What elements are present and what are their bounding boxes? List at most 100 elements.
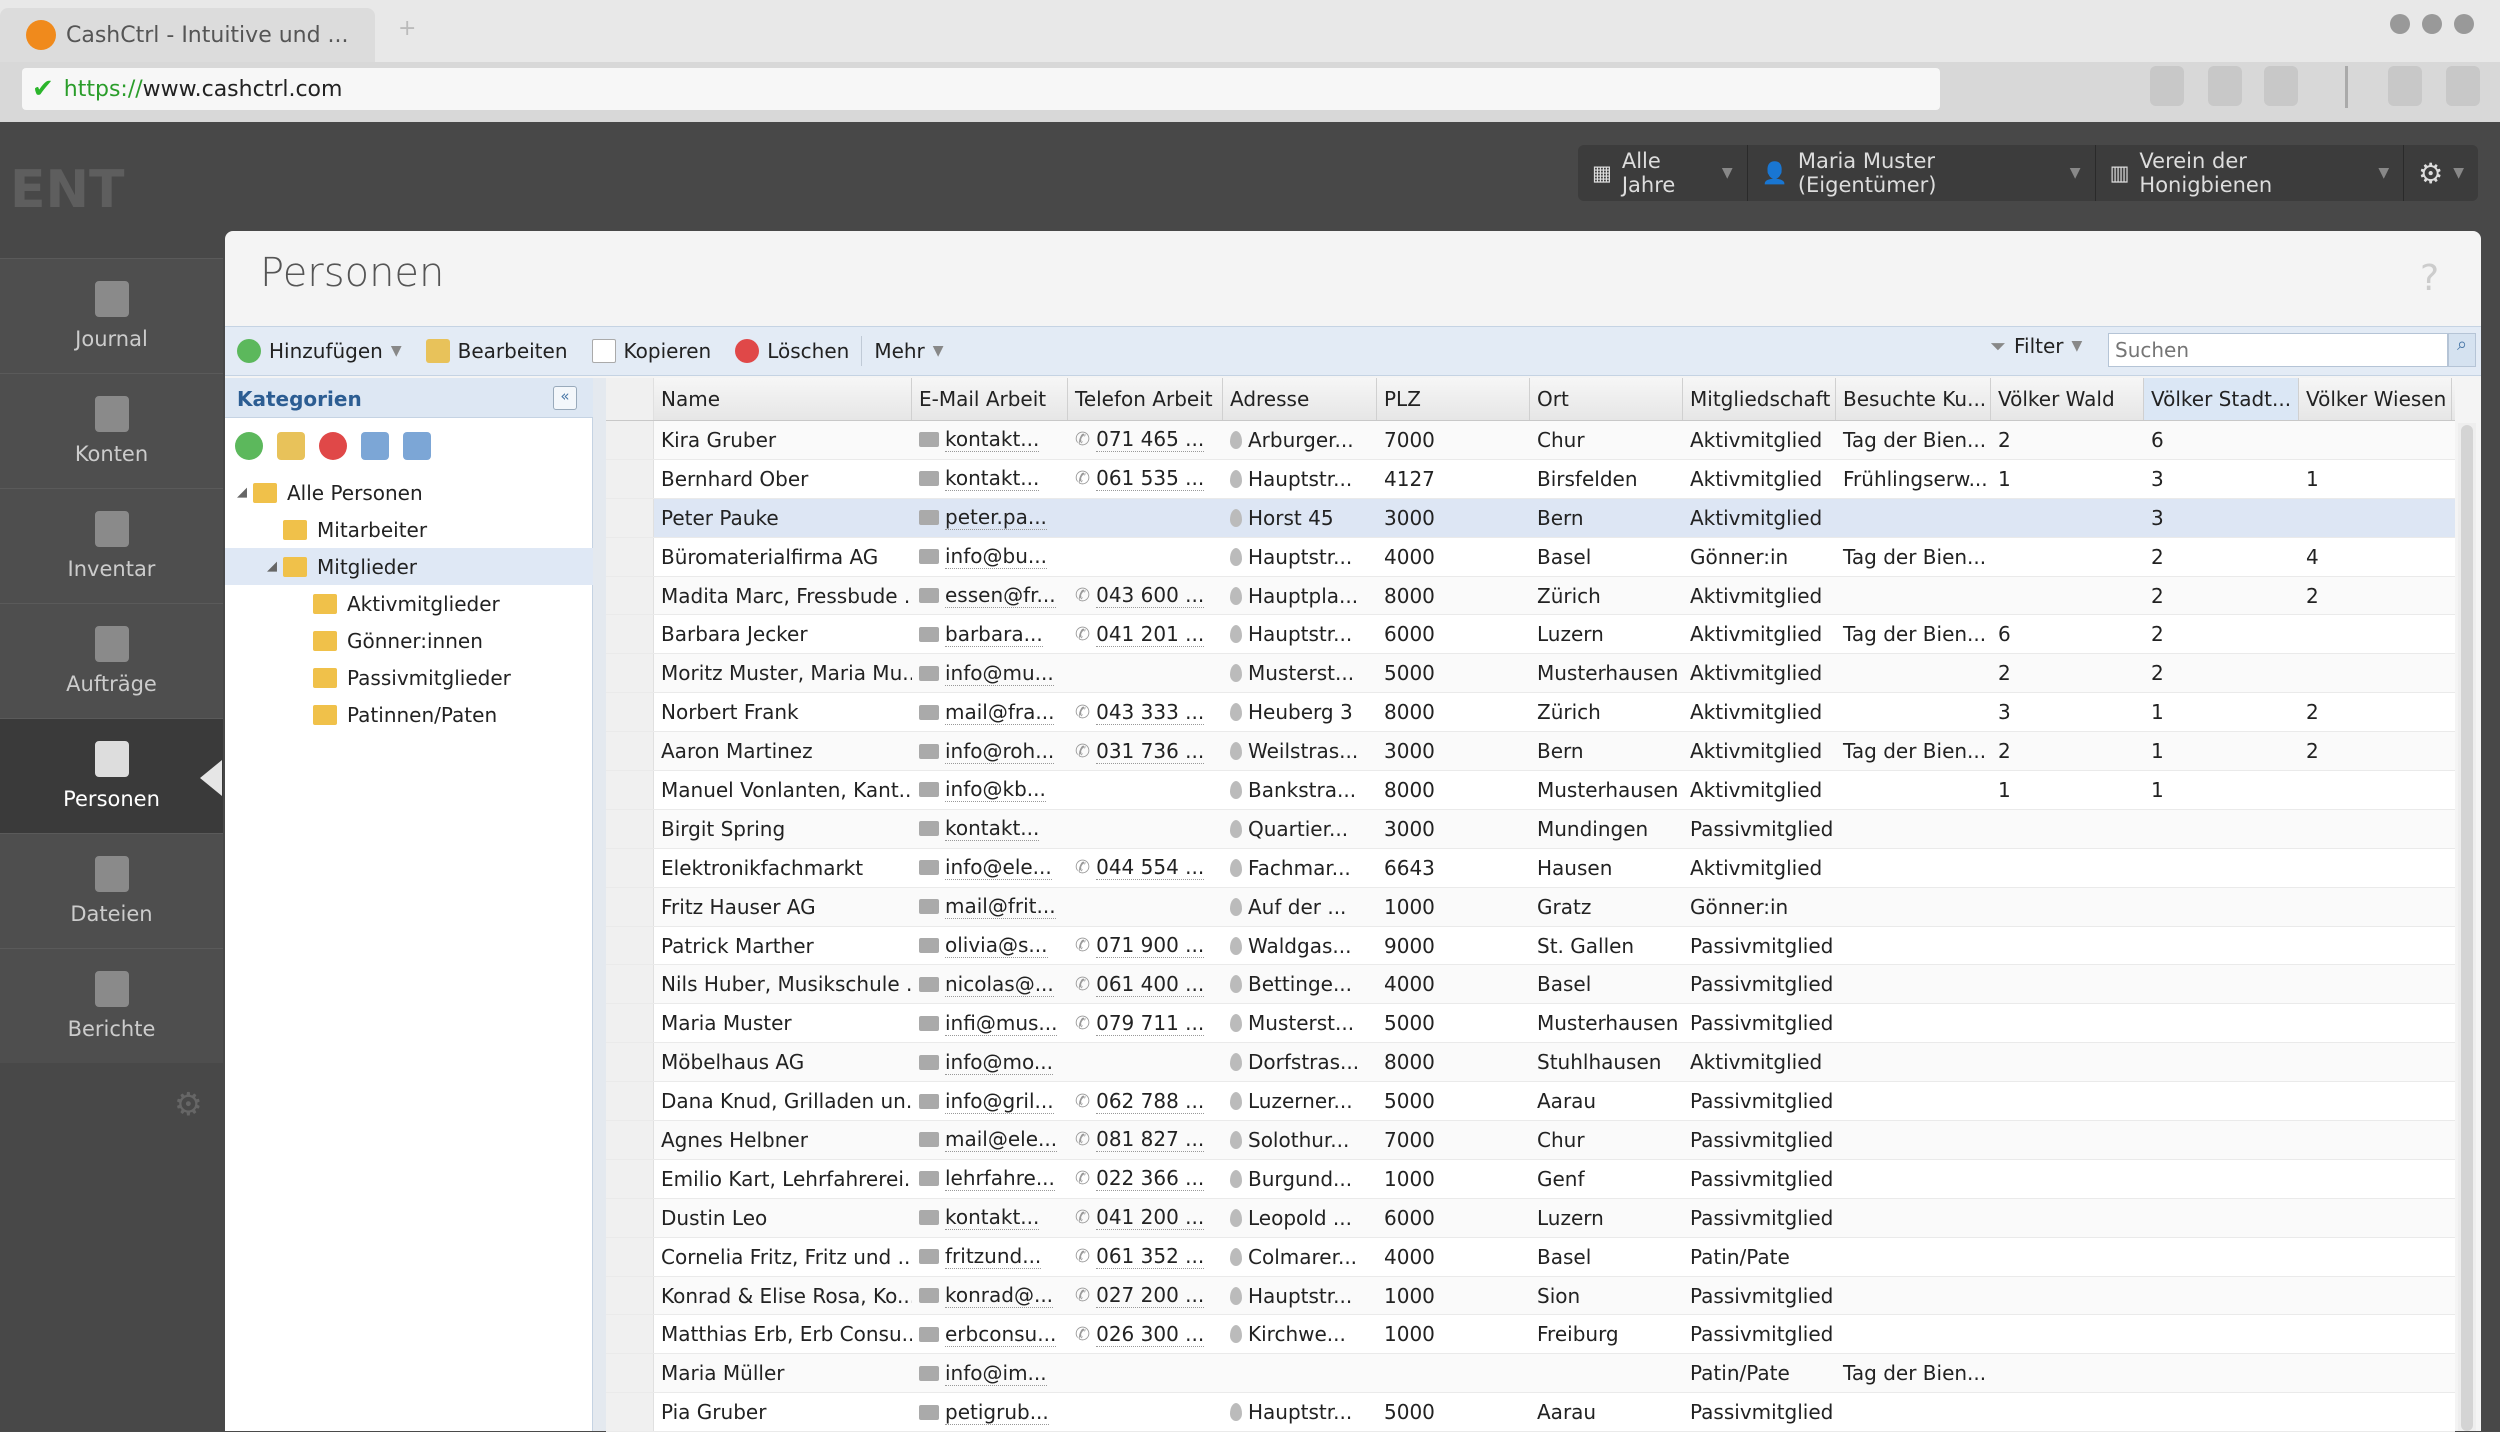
gear-icon[interactable]: ⚙: [174, 1085, 203, 1123]
cell-text[interactable]: info@mo...: [945, 1050, 1053, 1075]
table-row[interactable]: Cornelia Fritz, Fritz und ... fritzund...…: [606, 1237, 2455, 1277]
search-input[interactable]: [2108, 333, 2448, 367]
cell-text[interactable]: essen@fr...: [945, 583, 1056, 609]
column-header[interactable]: Adresse: [1223, 378, 1377, 420]
row-selector[interactable]: [606, 1004, 654, 1043]
column-header[interactable]: Besuchte Ku...: [1836, 378, 1991, 420]
table-row[interactable]: Nils Huber, Musikschule ... nicolas@... ✆ 0…: [606, 965, 2455, 1005]
cell-text[interactable]: barbara...: [945, 622, 1043, 647]
cell-text[interactable]: info@im...: [945, 1361, 1047, 1386]
sidebar-item-auftraege[interactable]: Aufträge: [0, 603, 223, 718]
row-selector[interactable]: [606, 1354, 654, 1393]
settings-menu[interactable]: ⚙ ▼: [2404, 145, 2478, 201]
sidebar-item-konten[interactable]: Konten: [0, 373, 223, 488]
row-selector[interactable]: [606, 1043, 654, 1082]
table-row[interactable]: Maria Müller info@im... Patin/Pate Tag der …: [606, 1354, 2455, 1394]
cell-text[interactable]: nicolas@...: [945, 972, 1054, 997]
row-selector[interactable]: [606, 537, 654, 576]
browser-button[interactable]: [2388, 66, 2422, 106]
cell-text[interactable]: 061 400 ...: [1096, 972, 1205, 997]
table-row[interactable]: Möbelhaus AG info@mo... Dorfstras... 8000 St…: [606, 1043, 2455, 1083]
collapse-all-icon[interactable]: [403, 432, 431, 460]
add-button[interactable]: Hinzufügen ▼: [225, 327, 414, 375]
row-selector[interactable]: [606, 848, 654, 887]
table-row[interactable]: Fritz Hauser AG mail@frit... Auf der ... 10…: [606, 887, 2455, 927]
cell-text[interactable]: info@gril...: [945, 1089, 1054, 1114]
row-selector[interactable]: [606, 887, 654, 926]
new-tab-button[interactable]: +: [398, 16, 416, 41]
year-selector[interactable]: ▦ Alle Jahre ▼: [1578, 145, 1748, 201]
add-category-icon[interactable]: [235, 432, 263, 460]
cell-text[interactable]: 027 200 ...: [1096, 1283, 1205, 1309]
collapse-panel-icon[interactable]: «: [553, 386, 577, 410]
tree-item-goenner[interactable]: Gönner:innen: [225, 622, 593, 659]
browser-button[interactable]: [2208, 66, 2242, 106]
panel-splitter[interactable]: [593, 378, 606, 1431]
table-row[interactable]: Matthias Erb, Erb Consu... erbconsu... ✆ 02…: [606, 1315, 2455, 1355]
cell-text[interactable]: 031 736 ...: [1096, 739, 1205, 764]
table-row[interactable]: Pia Gruber petigrub... Hauptstr... 5000 Aara…: [606, 1393, 2455, 1432]
column-header[interactable]: E-Mail Arbeit: [912, 378, 1068, 420]
row-selector[interactable]: [606, 1393, 654, 1432]
row-selector[interactable]: [606, 1276, 654, 1315]
row-selector[interactable]: [606, 654, 654, 693]
row-selector[interactable]: [606, 498, 654, 537]
window-minimize-button[interactable]: [2422, 14, 2442, 34]
row-selector[interactable]: [606, 576, 654, 615]
row-selector[interactable]: [606, 1159, 654, 1198]
table-row[interactable]: Maria Muster infi@mus... ✆ 079 711 ... Muste…: [606, 1004, 2455, 1044]
browser-button[interactable]: [2446, 66, 2480, 106]
row-selector[interactable]: [606, 965, 654, 1004]
window-maximize-button[interactable]: [2454, 14, 2474, 34]
help-icon[interactable]: ?: [2420, 258, 2439, 299]
table-row[interactable]: Moritz Muster, Maria Mu... info@mu... Must…: [606, 654, 2455, 694]
row-selector[interactable]: [606, 809, 654, 848]
cell-text[interactable]: petigrub...: [945, 1400, 1049, 1425]
cell-text[interactable]: olivia@s...: [945, 933, 1048, 959]
sidebar-item-berichte[interactable]: Berichte: [0, 948, 223, 1063]
cell-text[interactable]: konrad@...: [945, 1283, 1054, 1309]
cell-text[interactable]: info@bu...: [945, 544, 1047, 570]
expand-triangle-icon[interactable]: ◢: [267, 559, 283, 574]
cell-text[interactable]: 071 900 ...: [1096, 933, 1205, 959]
search-icon[interactable]: ⌕: [2448, 333, 2476, 367]
cell-text[interactable]: info@mu...: [945, 661, 1054, 686]
row-selector[interactable]: [606, 1121, 654, 1159]
tree-item-paten[interactable]: Patinnen/Paten: [225, 696, 593, 733]
table-row[interactable]: Büromaterialfirma AG info@bu... Hauptstr..…: [606, 537, 2455, 577]
column-header[interactable]: Völker Wald: [1991, 378, 2144, 420]
delete-button[interactable]: Löschen: [723, 327, 861, 375]
row-selector[interactable]: [606, 615, 654, 654]
cell-text[interactable]: 044 554 ...: [1096, 855, 1205, 881]
table-row[interactable]: Elektronikfachmarkt info@ele... ✆ 044 554 .…: [606, 848, 2455, 888]
cell-text[interactable]: info@ele...: [945, 855, 1052, 881]
table-row[interactable]: Konrad & Elise Rosa, Ko... konrad@... ✆ 027…: [606, 1276, 2455, 1316]
cell-text[interactable]: kontakt...: [945, 427, 1040, 453]
sidebar-item-personen[interactable]: Personen: [0, 718, 223, 833]
column-header[interactable]: Mitgliedschaft: [1683, 378, 1836, 420]
user-menu[interactable]: 👤 Maria Muster (Eigentümer) ▼: [1748, 145, 2096, 201]
row-selector[interactable]: [606, 926, 654, 965]
column-header[interactable]: Name: [654, 378, 912, 420]
cell-text[interactable]: kontakt...: [945, 816, 1040, 842]
column-header[interactable]: Ort: [1530, 378, 1683, 420]
table-row[interactable]: Aaron Martinez info@roh... ✆ 031 736 ... Wei…: [606, 732, 2455, 772]
cell-text[interactable]: info@kb...: [945, 777, 1046, 803]
sidebar-item-inventar[interactable]: Inventar: [0, 488, 223, 603]
sidebar-item-journal[interactable]: Journal: [0, 258, 223, 373]
copy-button[interactable]: Kopieren: [580, 327, 724, 375]
cell-text[interactable]: lehrfahre...: [945, 1166, 1055, 1192]
table-row[interactable]: Patrick Marther olivia@s... ✆ 071 900 ... Wa…: [606, 926, 2455, 966]
cell-text[interactable]: mail@fra...: [945, 700, 1055, 725]
scrollbar-thumb[interactable]: [2461, 425, 2473, 1431]
cell-text[interactable]: erbconsu...: [945, 1322, 1057, 1347]
tree-item-aktivmitglieder[interactable]: Aktivmitglieder: [225, 585, 593, 622]
more-button[interactable]: Mehr ▼: [862, 327, 955, 375]
cell-text[interactable]: 026 300 ...: [1096, 1322, 1205, 1347]
column-header[interactable]: Völker Wiesen: [2299, 378, 2452, 420]
organization-menu[interactable]: ▥ Verein der Honigbienen ▼: [2096, 145, 2405, 201]
table-row[interactable]: Barbara Jecker barbara... ✆ 041 201 ... Haup…: [606, 615, 2455, 655]
table-row[interactable]: Dana Knud, Grilladen un... info@gril... ✆ 0…: [606, 1082, 2455, 1122]
cell-text[interactable]: 043 333 ...: [1096, 700, 1205, 725]
table-row[interactable]: Peter Pauke peter.pa... Horst 45 3000 Bern Ak…: [606, 498, 2455, 538]
